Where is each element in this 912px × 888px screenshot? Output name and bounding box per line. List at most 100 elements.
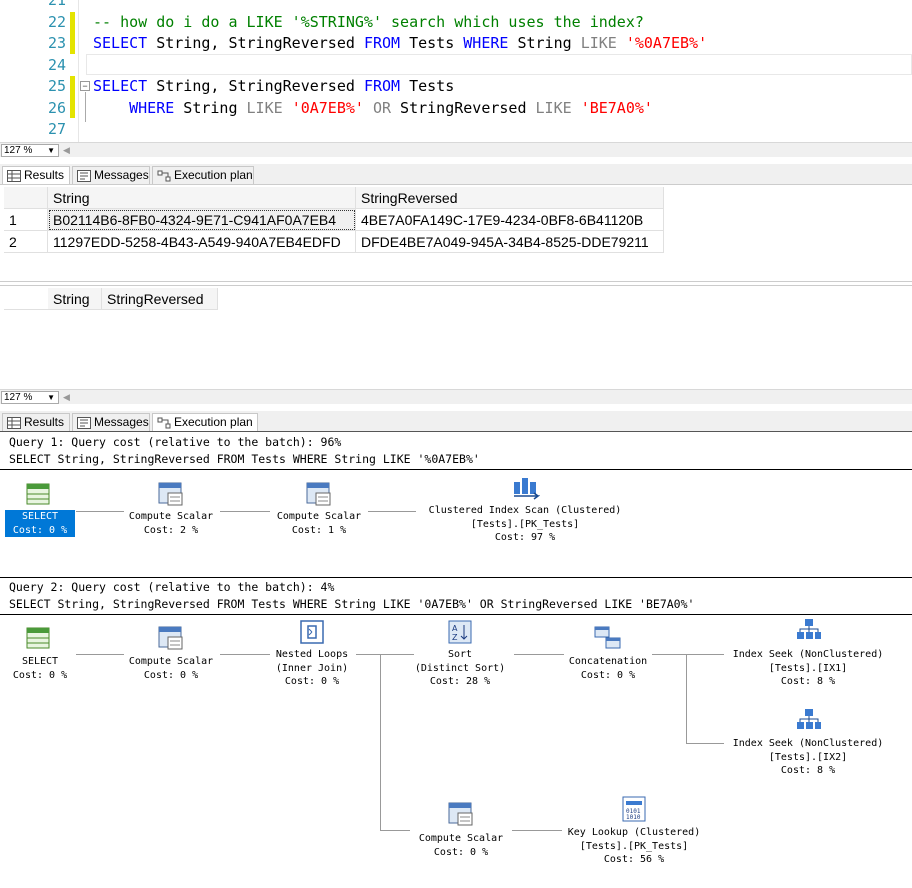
chevron-down-icon: ▼ — [47, 146, 55, 155]
grid-cell[interactable]: B02114B6-8FB0-4324-9E71-C941AF0A7EB4 — [48, 209, 356, 231]
node-label: Nested Loops — [275, 649, 349, 660]
node-cost: Cost: 0 % — [12, 669, 68, 681]
node-label: Compute Scalar — [128, 511, 214, 522]
code-token: Tests — [400, 34, 464, 52]
column-header[interactable]: StringReversed — [356, 187, 664, 209]
node-cost: Cost: 97 % — [494, 532, 556, 543]
divider — [0, 614, 912, 615]
gutter-divider — [78, 0, 79, 142]
code-line[interactable]: SELECT String, StringReversed FROM Tests — [93, 76, 454, 97]
collapse-icon[interactable]: − — [80, 81, 90, 91]
tab-results[interactable]: Results — [2, 413, 70, 431]
chevron-down-icon: ▼ — [47, 393, 55, 402]
code-token: '%0A7EB%' — [625, 34, 708, 52]
plan-node-index-seek[interactable]: Index Seek (NonClustered) [Tests].[IX1] Co… — [720, 648, 896, 689]
code-token: LIKE — [535, 98, 572, 117]
results-grid-2[interactable]: String StringReversed — [0, 285, 912, 388]
query-editor[interactable]: − 21 22 -- how do i do a LIKE '%STRING%' s… — [0, 0, 912, 142]
plan-node-select[interactable]: SELECT Cost: 0 % — [5, 655, 75, 682]
grid-corner — [4, 187, 48, 209]
svg-text:A: A — [452, 624, 458, 633]
plan-node-compute-scalar[interactable]: Compute Scalar Cost: 0 % — [118, 655, 224, 682]
scroll-left-icon[interactable]: ◀ — [63, 145, 70, 156]
code-line[interactable]: SELECT String, StringReversed FROM Tests… — [93, 33, 707, 54]
node-cost: Cost: 0 % — [12, 524, 68, 536]
execution-plan-icon — [157, 417, 171, 429]
node-cost: Cost: 8 % — [780, 765, 836, 776]
code-token: 'BE7A0%' — [580, 98, 653, 117]
node-cost: Cost: 0 % — [284, 676, 340, 687]
plan-node-index-seek[interactable]: Index Seek (NonClustered) [Tests].[IX2] Co… — [720, 737, 896, 778]
row-number[interactable]: 1 — [4, 209, 48, 231]
results-grid-1[interactable]: String StringReversed 1 B02114B6-8FB0-43… — [0, 184, 912, 282]
results-tabbar: Results Messages Execution plan — [0, 411, 912, 432]
key-lookup-icon: 01011010 — [622, 796, 646, 822]
code-token: Tests — [400, 77, 455, 95]
node-cost: Cost: 28 % — [429, 676, 491, 687]
node-label: Sort — [447, 649, 473, 660]
plan-node-concatenation[interactable]: Concatenation Cost: 0 % — [558, 655, 658, 682]
concatenation-icon — [594, 626, 621, 649]
node-label: Key Lookup (Clustered) — [567, 827, 701, 838]
column-header[interactable]: String — [48, 187, 356, 209]
grid-corner — [4, 288, 48, 310]
tab-messages[interactable]: Messages — [72, 413, 150, 431]
line-number: 23 — [47, 34, 66, 52]
tab-results[interactable]: Results — [2, 166, 70, 185]
line-number: 24 — [47, 55, 66, 74]
code-token: LIKE — [580, 34, 617, 52]
grid-icon — [7, 170, 21, 182]
plan-connector — [686, 743, 724, 744]
index-seek-icon — [797, 709, 821, 729]
query-1-sql: SELECT String, StringReversed FROM Tests… — [9, 452, 480, 466]
code-line[interactable]: -- how do i do a LIKE '%STRING%' search … — [93, 12, 644, 33]
grid-cell[interactable]: DFDE4BE7A049-945A-34B4-8525-DDE79211 — [356, 231, 664, 253]
tab-label: Messages — [94, 415, 149, 429]
execution-plan-pane[interactable]: Query 1: Query cost (relative to the bat… — [0, 431, 912, 888]
column-header[interactable]: String — [48, 288, 102, 310]
tab-messages[interactable]: Messages — [72, 166, 150, 184]
fold-guide — [85, 92, 86, 122]
plan-node-compute-scalar[interactable]: Compute Scalar Cost: 1 % — [266, 510, 372, 537]
plan-connector — [380, 654, 381, 830]
row-number[interactable]: 2 — [4, 231, 48, 253]
node-detail: (Distinct Sort) — [414, 662, 506, 674]
node-label: Index Seek (NonClustered) — [732, 738, 884, 749]
node-label: Compute Scalar — [418, 833, 504, 844]
plan-node-sort[interactable]: Sort (Distinct Sort) Cost: 28 % — [404, 648, 516, 689]
code-token: WHERE — [129, 98, 175, 117]
plan-node-select[interactable]: SELECT Cost: 0 % — [5, 510, 75, 537]
tab-execution-plan[interactable]: Execution plan — [152, 413, 258, 432]
plan-node-compute-scalar[interactable]: Compute Scalar Cost: 2 % — [118, 510, 224, 537]
grid-cell[interactable]: 4BE7A0FA149C-17E9-4234-0BF8-6B41120B — [356, 209, 664, 231]
plan-node-nested-loops[interactable]: Nested Loops (Inner Join) Cost: 0 % — [262, 648, 362, 689]
node-object: [Tests].[PK_Tests] — [579, 840, 689, 852]
plan-connector — [220, 511, 270, 512]
zoom-select[interactable]: 127 % ▼ — [1, 144, 59, 157]
plan-connector — [76, 511, 124, 512]
code-token: FROM — [363, 77, 401, 95]
code-token: OR — [372, 98, 392, 117]
tab-execution-plan[interactable]: Execution plan — [152, 166, 254, 184]
node-label: Concatenation — [568, 656, 648, 667]
tab-label: Execution plan — [174, 415, 253, 429]
grid-cell[interactable]: 11297EDD-5258-4B43-A549-940A7EB4EDFD — [48, 231, 356, 253]
plan-node-clustered-index-scan[interactable]: Clustered Index Scan (Clustered) [Tests].… — [412, 504, 638, 545]
results-tabbar: Results Messages Execution plan — [0, 164, 912, 185]
plan-node-key-lookup[interactable]: Key Lookup (Clustered) [Tests].[PK_Tests]… — [554, 826, 714, 867]
code-token: SELECT — [93, 34, 148, 52]
scroll-left-icon[interactable]: ◀ — [63, 392, 70, 403]
clustered-index-scan-icon — [514, 478, 540, 500]
zoom-select[interactable]: 127 % ▼ — [1, 391, 59, 404]
select-icon — [26, 483, 50, 505]
code-token: '0A7EB%' — [291, 98, 364, 117]
node-cost: Cost: 0 % — [143, 669, 199, 681]
plan-node-compute-scalar[interactable]: Compute Scalar Cost: 0 % — [408, 832, 514, 859]
sort-icon: AZ — [448, 620, 472, 644]
line-number: 21 — [47, 0, 66, 9]
column-header[interactable]: StringReversed — [102, 288, 218, 310]
code-line[interactable]: WHERE String LIKE '0A7EB%' OR StringReve… — [93, 98, 653, 119]
